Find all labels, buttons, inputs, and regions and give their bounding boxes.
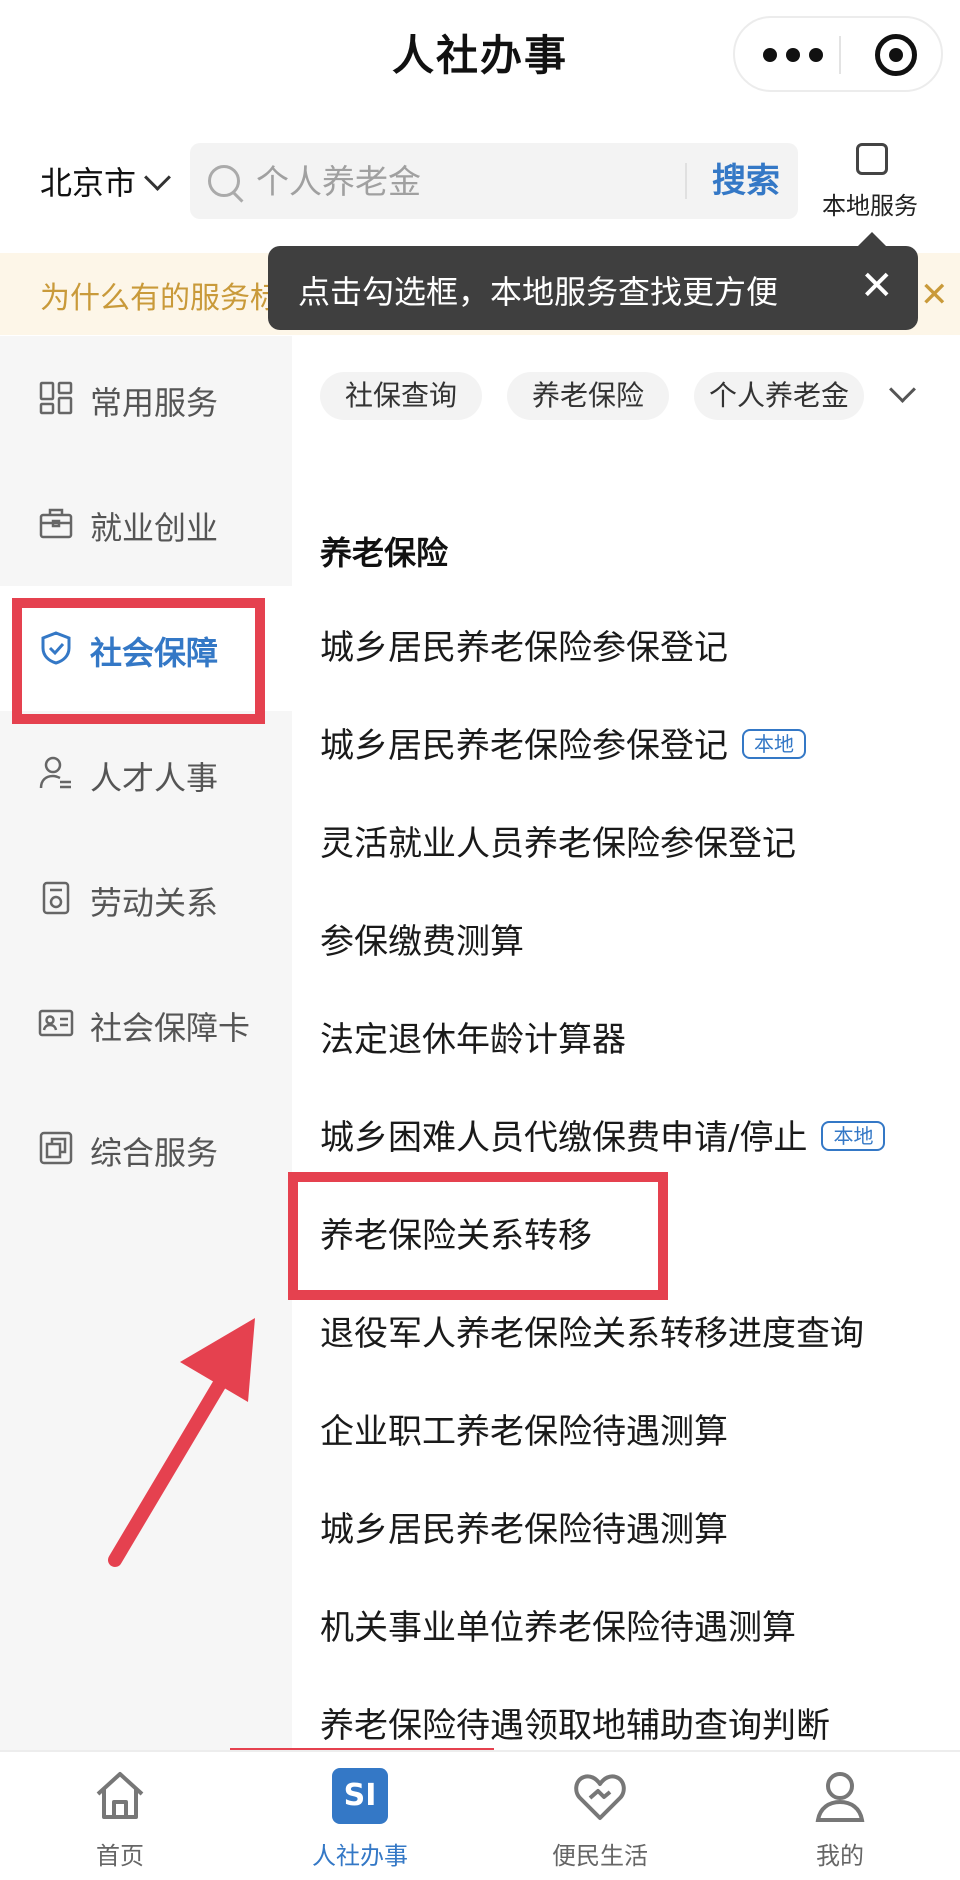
briefcase-icon — [38, 505, 74, 541]
list-item[interactable]: 城乡居民养老保险待遇测算 — [320, 1502, 728, 1551]
search-input[interactable] — [256, 143, 656, 219]
section-title: 养老保险 — [320, 534, 449, 572]
sidebar-item-label: 社会保障卡 — [90, 1009, 251, 1047]
si-logo-icon: SI — [332, 1768, 388, 1824]
heart-hands-icon — [572, 1768, 628, 1824]
notice-close-icon[interactable]: ✕ — [920, 275, 960, 315]
search-bar[interactable]: 搜索 — [190, 143, 798, 219]
miniprogram-capsule — [733, 16, 943, 92]
tooltip-close-icon[interactable]: ✕ — [860, 264, 894, 308]
tooltip: 点击勾选框，本地服务查找更方便 ✕ — [268, 232, 918, 330]
tab-label: 便民生活 — [552, 1842, 648, 1870]
tag-pension[interactable]: 养老保险 — [507, 372, 669, 420]
list-item[interactable]: 灵活就业人员养老保险参保登记 — [320, 816, 796, 865]
tab-label: 人社办事 — [312, 1842, 408, 1870]
local-badge: 本地 — [821, 1120, 886, 1151]
list-item-label: 退役军人养老保险关系转移进度查询 — [320, 1314, 864, 1354]
list-item-label: 城乡居民养老保险参保登记 — [320, 628, 728, 668]
search-button[interactable]: 搜索 — [700, 143, 792, 219]
id-card-icon — [38, 1005, 74, 1041]
chevron-down-icon[interactable] — [144, 164, 171, 191]
tab-mine[interactable]: 我的 — [720, 1752, 960, 1880]
list-item[interactable]: 养老保险待遇领取地辅助查询判断 — [320, 1698, 830, 1747]
annotation-box-sidebar — [12, 598, 265, 724]
sidebar-item-label: 人才人事 — [90, 759, 219, 797]
tooltip-text: 点击勾选框，本地服务查找更方便 — [298, 273, 779, 311]
local-service-checkbox[interactable] — [856, 143, 888, 175]
list-item[interactable]: 城乡困难人员代缴保费申请/停止 本地 — [320, 1110, 886, 1159]
bottom-tabbar: 首页 SI 人社办事 便民生活 我的 — [0, 1750, 960, 1880]
city-selector[interactable]: 北京市 — [40, 158, 136, 204]
list-item[interactable]: 机关事业单位养老保险待遇测算 — [320, 1600, 796, 1649]
sidebar-item-ss-card[interactable]: 社会保障卡 — [0, 961, 292, 1086]
local-badge: 本地 — [742, 728, 806, 759]
list-item-label: 机关事业单位养老保险待遇测算 — [320, 1608, 796, 1648]
tag-personal-pension[interactable]: 个人养老金 — [694, 372, 864, 420]
tag-ss-query[interactable]: 社保查询 — [320, 372, 482, 420]
list-item-label: 灵活就业人员养老保险参保登记 — [320, 824, 796, 864]
search-divider — [685, 163, 687, 199]
annotation-box-list-item — [288, 1172, 668, 1300]
sidebar-item-labor[interactable]: 劳动关系 — [0, 836, 292, 961]
tab-label: 我的 — [816, 1842, 864, 1870]
home-icon — [92, 1768, 148, 1824]
sidebar-item-label: 劳动关系 — [90, 884, 219, 922]
sidebar-item-label: 就业创业 — [90, 509, 219, 547]
list-item[interactable]: 城乡居民养老保险参保登记 本地 — [320, 718, 806, 767]
list-item-label: 城乡困难人员代缴保费申请/停止 — [320, 1118, 808, 1158]
sidebar-item-label: 常用服务 — [90, 384, 219, 422]
local-service-label[interactable]: 本地服务 — [822, 186, 918, 221]
sidebar-item-general[interactable]: 综合服务 — [0, 1086, 292, 1211]
list-item[interactable]: 城乡居民养老保险参保登记 — [320, 620, 728, 669]
sidebar-item-label: 综合服务 — [90, 1134, 219, 1172]
search-icon — [208, 165, 240, 197]
list-item-label: 城乡居民养老保险待遇测算 — [320, 1510, 728, 1550]
list-item-label: 参保缴费测算 — [320, 922, 524, 962]
list-item[interactable]: 法定退休年龄计算器 — [320, 1012, 626, 1061]
more-icon[interactable] — [763, 48, 823, 64]
list-item-label: 企业职工养老保险待遇测算 — [320, 1412, 728, 1452]
grid-icon — [38, 380, 74, 416]
list-item[interactable]: 企业职工养老保险待遇测算 — [320, 1404, 728, 1453]
document-stamp-icon — [38, 880, 74, 916]
list-item-label: 城乡居民养老保险参保登记 — [320, 726, 728, 766]
sidebar-item-employment[interactable]: 就业创业 — [0, 461, 292, 586]
user-icon — [812, 1768, 868, 1824]
sidebar-item-common[interactable]: 常用服务 — [0, 336, 292, 461]
tab-home[interactable]: 首页 — [0, 1752, 240, 1880]
tab-hr-services[interactable]: SI 人社办事 — [240, 1752, 480, 1880]
close-miniprogram-icon[interactable] — [875, 34, 917, 76]
layers-icon — [38, 1130, 74, 1166]
capsule-divider — [839, 36, 841, 74]
chevron-down-icon[interactable] — [889, 376, 916, 403]
list-item-label: 法定退休年龄计算器 — [320, 1020, 626, 1060]
tab-label: 首页 — [96, 1842, 144, 1870]
list-item[interactable]: 参保缴费测算 — [320, 914, 524, 963]
sidebar-item-talent[interactable]: 人才人事 — [0, 711, 292, 836]
person-list-icon — [38, 755, 74, 791]
category-sidebar: 常用服务 就业创业 社会保障 人才人事 劳动关系 社会保障卡 综合服务 — [0, 336, 292, 1750]
list-item[interactable]: 退役军人养老保险关系转移进度查询 — [320, 1306, 864, 1355]
si-logo-text: SI — [343, 1778, 377, 1813]
tab-convenience[interactable]: 便民生活 — [480, 1752, 720, 1880]
list-item-label: 养老保险待遇领取地辅助查询判断 — [320, 1706, 830, 1746]
